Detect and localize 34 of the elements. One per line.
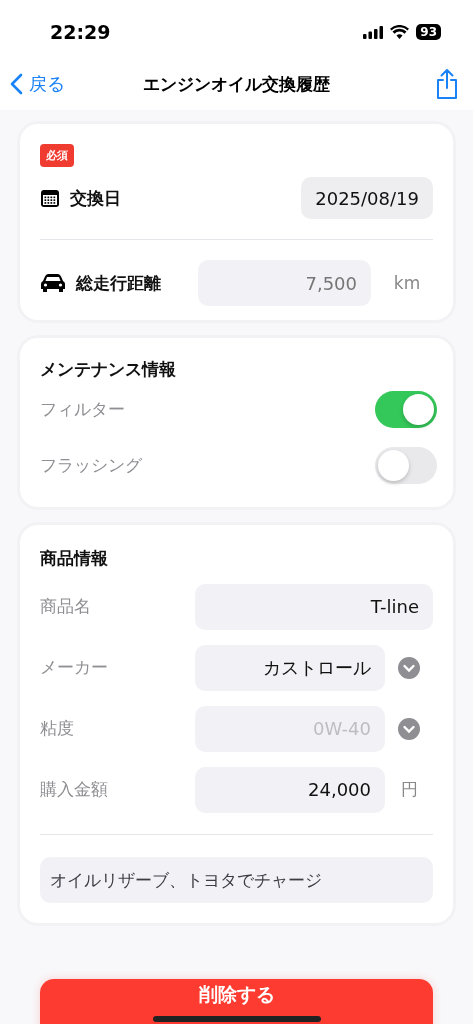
memo-field[interactable]: オイルリザーブ、トヨタでチャージ (40, 857, 433, 903)
screen-title: エンジンオイル交換履歴 (142, 72, 331, 96)
field-label: 商品名 (40, 595, 92, 618)
toggle-label: フィルター (40, 397, 125, 421)
status-time: 22:29 (50, 21, 111, 43)
field-label: 交換日 (70, 186, 121, 210)
field-label: メーカー (40, 656, 109, 679)
unit-label: km (392, 273, 422, 293)
unit-label: 円 (399, 778, 419, 801)
share-icon[interactable] (435, 68, 459, 100)
chevron-down-icon[interactable] (398, 656, 420, 679)
car-icon (40, 273, 66, 293)
price-field[interactable]: 24,000 (195, 766, 385, 813)
back-chevron-icon[interactable] (10, 73, 23, 95)
back-button[interactable]: 戻る (10, 72, 65, 96)
battery-level: 93 (416, 24, 441, 40)
mileage-field[interactable]: 7,500 (198, 260, 371, 306)
field-label: 購入金額 (40, 778, 109, 801)
wifi-icon (390, 25, 410, 39)
toggle-switch[interactable] (375, 390, 437, 428)
required-badge: 必須 (40, 144, 74, 167)
chevron-down-icon[interactable] (398, 717, 420, 740)
signal-icon (363, 25, 384, 39)
calendar-icon (40, 188, 60, 208)
section-title: メンテナンス情報 (40, 358, 177, 381)
date-picker[interactable]: 2025/08/19 (301, 177, 433, 219)
product-name-field[interactable]: T-line (195, 583, 433, 630)
section-title: 商品情報 (40, 547, 109, 570)
delete-button[interactable]: 削除する (40, 979, 433, 1024)
picker-field[interactable]: カストロール (195, 644, 385, 691)
field-label: 粘度 (40, 717, 75, 740)
toggle-label: フラッシング (40, 453, 142, 477)
toggle-switch[interactable] (375, 446, 437, 484)
field-label: 総走行距離 (76, 271, 162, 295)
